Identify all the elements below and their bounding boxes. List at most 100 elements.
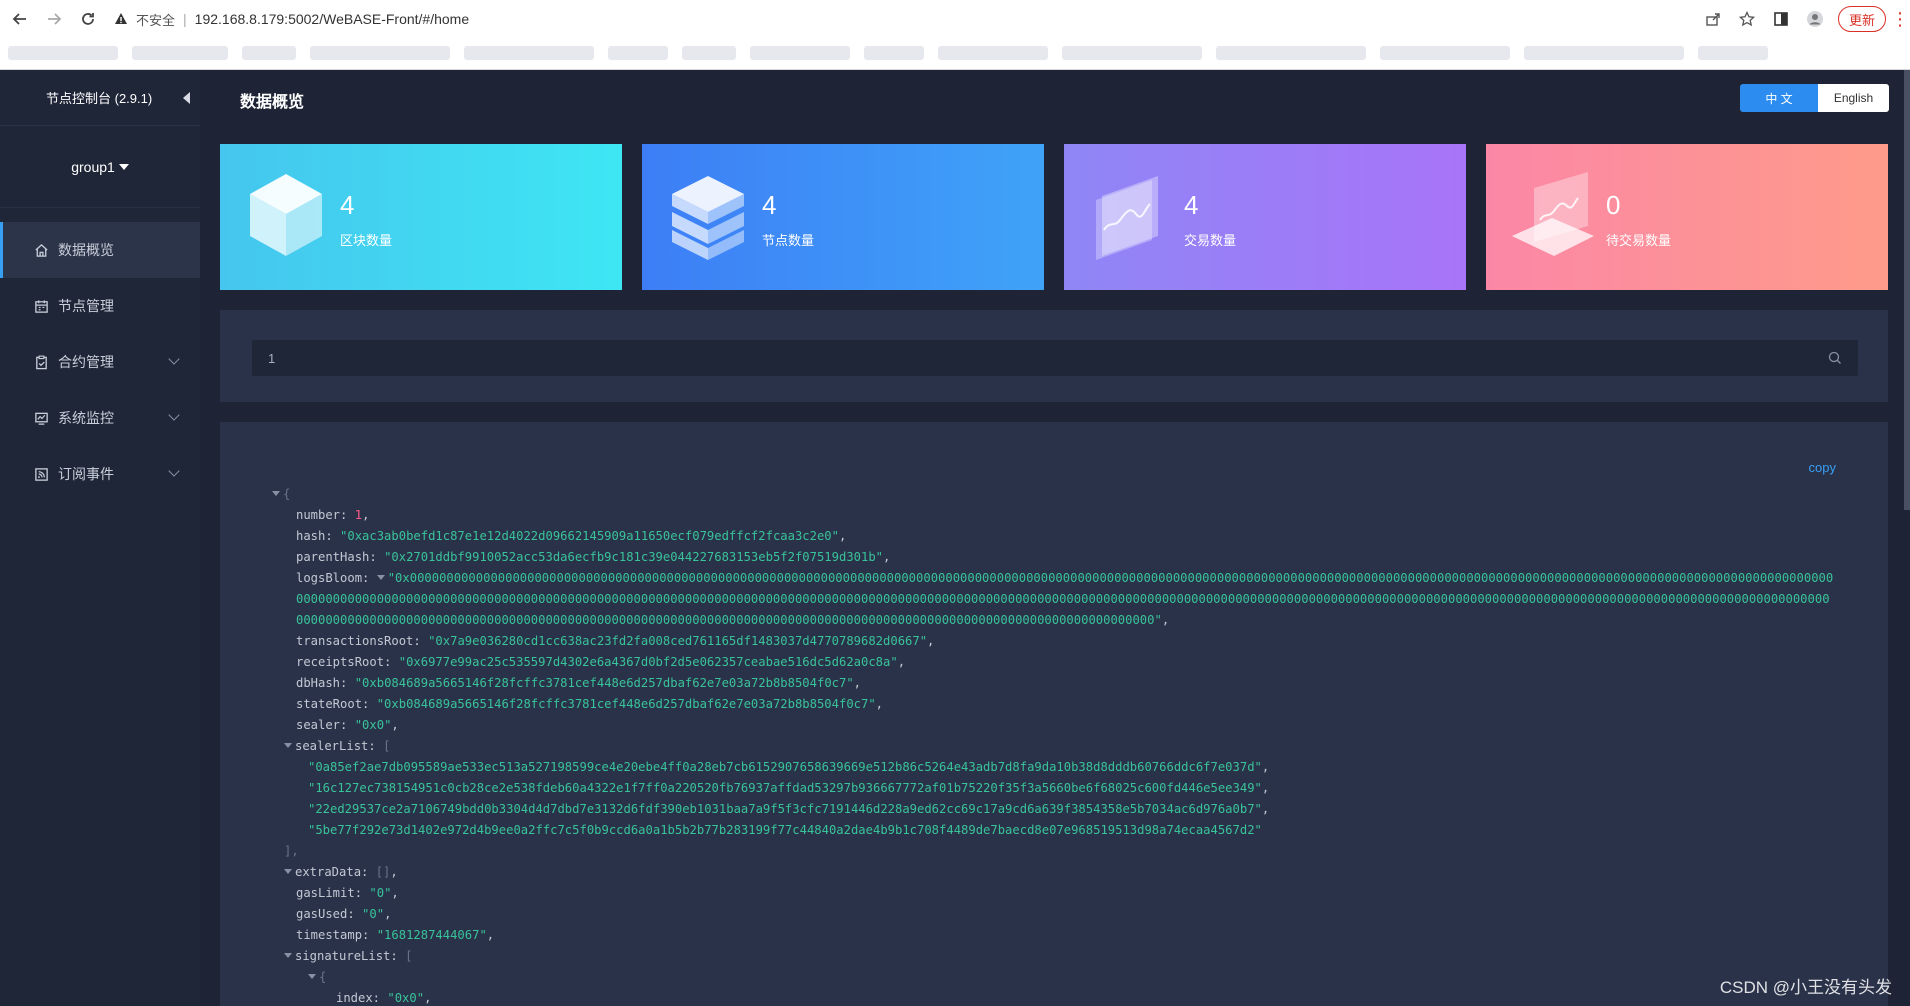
more-icon[interactable]: ⋮ <box>1890 9 1910 30</box>
json-value-index: "0x0" <box>387 991 425 1005</box>
collapse-toggle-icon[interactable] <box>284 743 292 748</box>
bookmark-item[interactable] <box>464 46 594 60</box>
json-row-timestamp: timestamp: "1681287444067", <box>296 928 495 942</box>
json-array-item: "5be77f292e73d1402e972d4b9ee0a2ffc7c5f0b… <box>272 820 1832 841</box>
sidebar-item-events[interactable]: 订阅事件 <box>0 446 200 502</box>
bookmark-item[interactable] <box>1062 46 1202 60</box>
json-value-stateroot: "0xb084689a5665146f28fcffc3781cef448e6d2… <box>376 697 876 711</box>
group-selector[interactable]: group1 <box>0 126 200 208</box>
json-value-receiptsroot: "0x6977e99ac25c535597d4302e6a4367d0bf2d5… <box>398 655 898 669</box>
chevron-down-icon <box>168 409 180 421</box>
sidebar-item-nodes[interactable]: 节点管理 <box>0 278 200 334</box>
search-input[interactable] <box>252 340 1858 376</box>
bookmark-item[interactable] <box>1698 46 1768 60</box>
json-value-hash: "0xac3ab0befd1c87e1e12d4022d09662145909a… <box>340 529 839 543</box>
json-row-dbhash: dbHash: "0xb084689a5665146f28fcffc3781ce… <box>296 676 862 690</box>
json-value-extradata: [] <box>375 865 391 879</box>
share-icon[interactable] <box>1696 4 1730 34</box>
json-value-parenthash: "0x2701ddbf9910052acc53da6ecfb9c181c39e0… <box>384 550 884 564</box>
json-row-sealerlist: sealerList: [ <box>272 736 1832 757</box>
forward-icon[interactable] <box>40 5 68 33</box>
json-array-item: "22ed29537ce2a7106749bdd0b3304d4d7dbd7e3… <box>308 802 1270 816</box>
json-row-gasused: gasUsed: "0", <box>296 907 392 921</box>
json-viewer: { number: 1, hash: "0xac3ab0befd1c87e1e1… <box>272 484 1833 1006</box>
bookmark-item[interactable] <box>310 46 450 60</box>
copy-button[interactable]: copy <box>1809 460 1836 475</box>
profile-icon[interactable] <box>1798 4 1832 34</box>
sidebar-header: 节点控制台 (2.9.1) <box>0 70 200 126</box>
pending-chart-icon <box>1512 172 1594 256</box>
chevron-down-icon <box>168 465 180 477</box>
collapse-toggle-icon[interactable] <box>284 869 292 874</box>
sidebar-item-label: 数据概览 <box>58 242 114 258</box>
json-array-item: "0a85ef2ae7db095589ae533ec513a527198599c… <box>308 760 1270 774</box>
bookmark-item[interactable] <box>1216 46 1366 60</box>
json-row-extradata: extraData: [], <box>272 862 1832 883</box>
json-value-transactionsroot: "0x7a9e036280cd1cc638ac23fd2fa008ced7611… <box>428 634 928 648</box>
sidepanel-icon[interactable] <box>1764 4 1798 34</box>
json-row-number: number: 1, <box>296 508 370 522</box>
collapse-toggle-icon[interactable] <box>376 575 385 580</box>
stat-value: 4 <box>340 190 355 220</box>
bookmark-item[interactable] <box>750 46 850 60</box>
sealer-entry: "22ed29537ce2a7106749bdd0b3304d4d7dbd7e3… <box>308 802 1262 816</box>
cube-icon <box>250 174 322 256</box>
bookmark-item[interactable] <box>864 46 924 60</box>
stat-label: 交易数量 <box>1184 233 1237 248</box>
security-label: 不安全 <box>136 12 176 28</box>
rss-icon <box>32 465 50 483</box>
reload-icon[interactable] <box>74 5 102 33</box>
main-content: 数据概览 中 文 English 4 区块数量 4 节点数量 4 交易数量 0 … <box>200 70 1910 1006</box>
sidebar: 节点控制台 (2.9.1) group1 数据概览 节点管理 合约管理 系统监控… <box>0 70 200 1006</box>
collapse-toggle-icon[interactable] <box>284 953 292 958</box>
server-stack-icon <box>672 176 744 260</box>
sidebar-item-overview[interactable]: 数据概览 <box>0 222 200 278</box>
collapse-toggle-icon[interactable] <box>308 974 316 979</box>
bookmark-item[interactable] <box>8 46 118 60</box>
chevron-down-icon <box>168 353 180 365</box>
stat-card-transactions[interactable]: 4 交易数量 <box>1064 144 1466 290</box>
browser-toolbar: 不安全 | 192.168.8.179:5002/WeBASE-Front/#/… <box>0 0 1910 38</box>
sealer-entry: "0a85ef2ae7db095589ae533ec513a527198599c… <box>308 760 1262 774</box>
bookmark-item[interactable] <box>1524 46 1684 60</box>
bookmark-item[interactable] <box>682 46 736 60</box>
sidebar-item-label: 系统监控 <box>58 410 114 426</box>
address-separator: | <box>183 11 187 27</box>
stat-value: 4 <box>1184 190 1199 220</box>
bookmark-item[interactable] <box>938 46 1048 60</box>
watermark: CSDN @小王没有头发 <box>1719 978 1892 997</box>
stat-label: 待交易数量 <box>1606 233 1672 248</box>
json-row-index: index: "0x0", <box>336 991 432 1005</box>
json-row-hash: hash: "0xac3ab0befd1c87e1e12d4022d096621… <box>296 529 847 543</box>
page-title: 数据概览 <box>240 94 305 111</box>
star-icon[interactable] <box>1730 4 1764 34</box>
back-icon[interactable] <box>6 5 34 33</box>
collapse-sidebar-icon[interactable] <box>183 91 190 104</box>
sidebar-item-monitor[interactable]: 系统监控 <box>0 390 200 446</box>
json-root-open[interactable]: { <box>272 484 1832 505</box>
lang-en-button[interactable]: English <box>1818 84 1889 112</box>
json-value-gasused: "0" <box>362 907 385 921</box>
address-bar[interactable]: 不安全 | 192.168.8.179:5002/WeBASE-Front/#/… <box>112 4 469 34</box>
lang-zh-button[interactable]: 中 文 <box>1740 84 1818 112</box>
stat-card-pending[interactable]: 0 待交易数量 <box>1486 144 1888 290</box>
search-icon[interactable] <box>1828 351 1842 365</box>
search-box <box>252 340 1858 376</box>
console-title: 节点控制台 (2.9.1) <box>46 91 153 106</box>
stat-card-nodes[interactable]: 4 节点数量 <box>642 144 1044 290</box>
update-button[interactable]: 更新 <box>1837 6 1886 32</box>
url-text[interactable]: 192.168.8.179:5002/WeBASE-Front/#/home <box>195 11 469 27</box>
bookmark-item[interactable] <box>1380 46 1510 60</box>
group-name: group1 <box>71 158 115 175</box>
collapse-toggle-icon[interactable] <box>272 491 280 496</box>
stat-label: 节点数量 <box>762 233 815 248</box>
json-row-parenthash: parentHash: "0x2701ddbf9910052acc53da6ec… <box>296 550 891 564</box>
json-row-signaturelist: signatureList: [ <box>272 946 1832 967</box>
bookmark-item[interactable] <box>132 46 228 60</box>
bookmark-item[interactable] <box>242 46 296 60</box>
stat-card-blocks[interactable]: 4 区块数量 <box>220 144 622 290</box>
bookmark-item[interactable] <box>608 46 668 60</box>
page-scrollbar[interactable] <box>1904 70 1910 510</box>
sidebar-item-contracts[interactable]: 合约管理 <box>0 334 200 390</box>
json-value-number: 1 <box>354 508 363 522</box>
